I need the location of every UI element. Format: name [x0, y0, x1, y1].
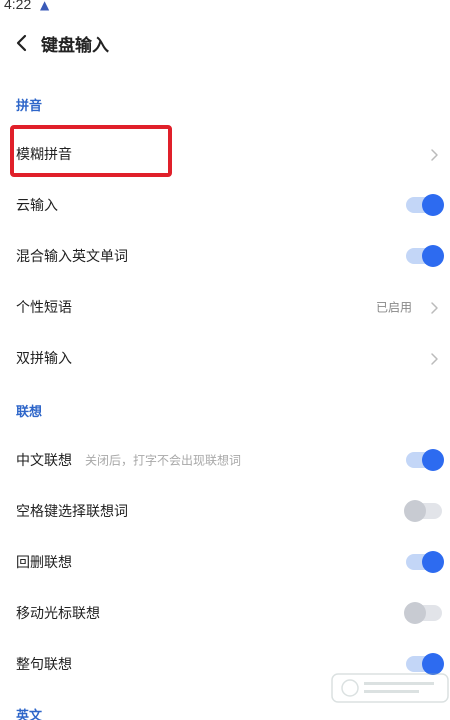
row-space-select[interactable]: 空格键选择联想词: [0, 485, 450, 536]
cloud-input-toggle[interactable]: [404, 193, 444, 217]
row-label: 模糊拼音: [16, 146, 72, 163]
status-time: 4:22: [4, 0, 32, 12]
backspace-association-toggle[interactable]: [404, 550, 444, 574]
row-value-status: 已启用: [375, 300, 412, 314]
row-label: 回删联想: [16, 554, 72, 571]
row-label: 整句联想: [16, 656, 72, 673]
row-cloud-input[interactable]: 云输入: [0, 179, 450, 230]
row-fuzzy-pinyin[interactable]: 模糊拼音: [0, 128, 450, 179]
chevron-right-icon: [428, 147, 440, 161]
row-label: 空格键选择联想词: [16, 503, 128, 520]
chevron-right-icon: [428, 351, 440, 365]
section-title-pinyin: 拼音: [16, 99, 43, 114]
row-double-pinyin[interactable]: 双拼输入: [0, 332, 450, 383]
row-mixed-english[interactable]: 混合输入英文单词: [0, 230, 450, 281]
row-label: 移动光标联想: [16, 605, 100, 622]
row-sentence-association[interactable]: 整句联想: [0, 638, 450, 689]
section-title-association: 联想: [16, 405, 43, 420]
row-label: 中文联想: [16, 452, 72, 469]
status-bar: 4:22 ▲: [0, 0, 450, 16]
chinese-association-toggle[interactable]: [404, 448, 444, 472]
row-label: 云输入: [16, 197, 58, 214]
app-notification-icon: ▲: [40, 0, 50, 12]
cursor-association-toggle[interactable]: [404, 601, 444, 625]
page-title: 键盘输入: [41, 36, 109, 56]
mixed-english-toggle[interactable]: [404, 244, 444, 268]
section-title-english: 英文: [16, 709, 43, 720]
back-arrow-icon[interactable]: [12, 30, 32, 56]
space-select-toggle[interactable]: [404, 499, 444, 523]
row-chinese-association[interactable]: 中文联想 关闭后，打字不会出现联想词: [0, 434, 450, 485]
row-label: 混合输入英文单词: [16, 248, 128, 265]
row-label: 双拼输入: [16, 350, 72, 367]
row-custom-phrases[interactable]: 个性短语 已启用: [0, 281, 450, 332]
header: 键盘输入: [0, 26, 450, 60]
row-hint: 关闭后，打字不会出现联想词: [85, 453, 242, 467]
chevron-right-icon: [428, 300, 440, 314]
row-cursor-association[interactable]: 移动光标联想: [0, 587, 450, 638]
sentence-association-toggle[interactable]: [404, 652, 444, 676]
row-label: 个性短语: [16, 299, 72, 316]
row-backspace-association[interactable]: 回删联想: [0, 536, 450, 587]
